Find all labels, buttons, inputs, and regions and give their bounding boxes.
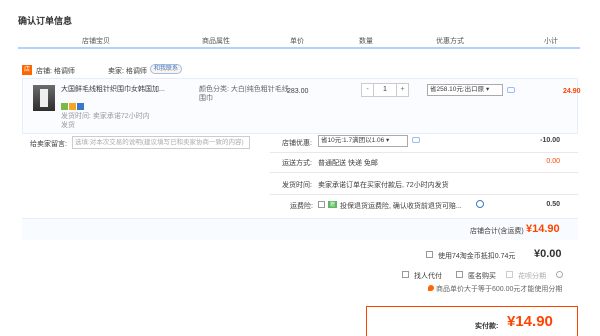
col-subtotal: 小计 bbox=[544, 38, 558, 45]
shop-icon: 店 bbox=[22, 65, 32, 75]
insurance-text: 投保退货运费险, 确认收货前退货可赔... bbox=[340, 203, 462, 210]
shop-total-label: 店铺合计(含运费) bbox=[470, 228, 524, 235]
shop-total-value: ¥14.90 bbox=[526, 223, 560, 235]
ship-time-label: 发货时间: bbox=[282, 182, 312, 189]
badge-icon bbox=[69, 103, 76, 110]
qty-input[interactable]: 1 bbox=[375, 84, 395, 96]
store-coupon-label: 店铺优惠: bbox=[282, 140, 312, 147]
help-icon[interactable] bbox=[476, 200, 484, 208]
divider bbox=[270, 172, 578, 173]
item-subtotal: 24.90 bbox=[563, 88, 581, 95]
coin-checkbox[interactable] bbox=[426, 251, 433, 258]
delivery-method: 普通配送 快递 免邮 bbox=[318, 160, 378, 167]
installment-checkbox[interactable] bbox=[506, 271, 513, 278]
message-label: 给卖家留言: bbox=[30, 141, 67, 148]
shop-name[interactable]: 店铺: 格调师 bbox=[36, 66, 75, 76]
product-title[interactable]: 大国鲜毛线粗针织围巾女韩国加... bbox=[61, 85, 201, 94]
insurance-label: 运费险: bbox=[290, 203, 313, 210]
badge-icon bbox=[77, 103, 84, 110]
store-coupon-value: -10.00 bbox=[540, 137, 560, 144]
coin-value: ¥0.00 bbox=[534, 248, 562, 260]
order-item-row: 大国鲜毛线粗针织围巾女韩国加... 发货时间: 卖家承诺72小时内发货 颜色分类… bbox=[22, 78, 581, 134]
qty-plus-button[interactable]: + bbox=[396, 84, 408, 96]
anonymous-label: 匿名购买 bbox=[468, 273, 496, 280]
coin-text: 使用74淘金币抵扣0.74元 bbox=[438, 253, 516, 260]
chat-icon[interactable] bbox=[412, 137, 420, 143]
column-header: 店铺宝贝 商品属性 单价 数量 优惠方式 小计 bbox=[18, 33, 580, 49]
insurance-fee: 0.50 bbox=[546, 201, 560, 208]
delivery-label: 运送方式: bbox=[282, 160, 312, 167]
installment-label: 花呗分期 bbox=[518, 273, 546, 280]
final-payment-box: 实付款: ¥14.90 bbox=[366, 306, 578, 336]
store-coupon-select[interactable]: 省10元:1.7满团以1.06 ▾ bbox=[318, 135, 408, 147]
location-pin-icon bbox=[428, 285, 434, 291]
installment-note: 商品单价大于等于600.00元才能使用分期 bbox=[436, 286, 563, 293]
shop-line: 店 店铺: 格调师 卖家: 格调师 和我联系 bbox=[22, 64, 584, 78]
col-promotion: 优惠方式 bbox=[436, 38, 464, 45]
qty-minus-button[interactable]: - bbox=[362, 84, 374, 96]
shipping-note: 发货时间: 卖家承诺72小时内发货 bbox=[61, 113, 150, 129]
badge-icon bbox=[61, 103, 68, 110]
page-title: 确认订单信息 bbox=[18, 16, 73, 26]
anonymous-checkbox[interactable] bbox=[456, 271, 463, 278]
unit-price: 283.00 bbox=[287, 88, 309, 95]
proxy-pay-checkbox[interactable] bbox=[402, 271, 409, 278]
quantity-stepper: - 1 + bbox=[361, 83, 409, 97]
final-label: 实付款: bbox=[475, 323, 499, 330]
col-unit-price: 单价 bbox=[290, 38, 304, 45]
promotion-select[interactable]: 省258.10元:出口原 ▾ bbox=[427, 84, 503, 96]
ship-time-text: 卖家承诺订单在买家付款后, 72小时内发货 bbox=[318, 182, 449, 189]
gift-tag: 赠 bbox=[328, 201, 338, 208]
divider bbox=[270, 152, 578, 153]
help-icon[interactable] bbox=[556, 271, 563, 278]
divider bbox=[270, 194, 578, 195]
contact-seller-button[interactable]: 和我联系 bbox=[150, 64, 183, 74]
col-attributes: 商品属性 bbox=[202, 38, 230, 45]
chat-icon[interactable] bbox=[507, 87, 515, 93]
delivery-fee: 0.00 bbox=[546, 158, 560, 165]
service-badges bbox=[61, 103, 85, 112]
proxy-pay-label: 找人代付 bbox=[414, 273, 442, 280]
col-quantity: 数量 bbox=[359, 38, 373, 45]
col-shop-item: 店铺宝贝 bbox=[82, 38, 110, 45]
product-attributes: 颜色分类: 大白|纯色粗针毛线围巾 bbox=[199, 86, 289, 102]
seller-name[interactable]: 卖家: 格调师 bbox=[108, 66, 147, 76]
insurance-checkbox[interactable] bbox=[318, 201, 325, 208]
message-input[interactable]: 选填:对本次交易的说明(建议填写已和卖家协商一致的内容) bbox=[72, 136, 250, 149]
product-thumbnail[interactable] bbox=[33, 85, 55, 111]
final-amount: ¥14.90 bbox=[507, 313, 553, 330]
